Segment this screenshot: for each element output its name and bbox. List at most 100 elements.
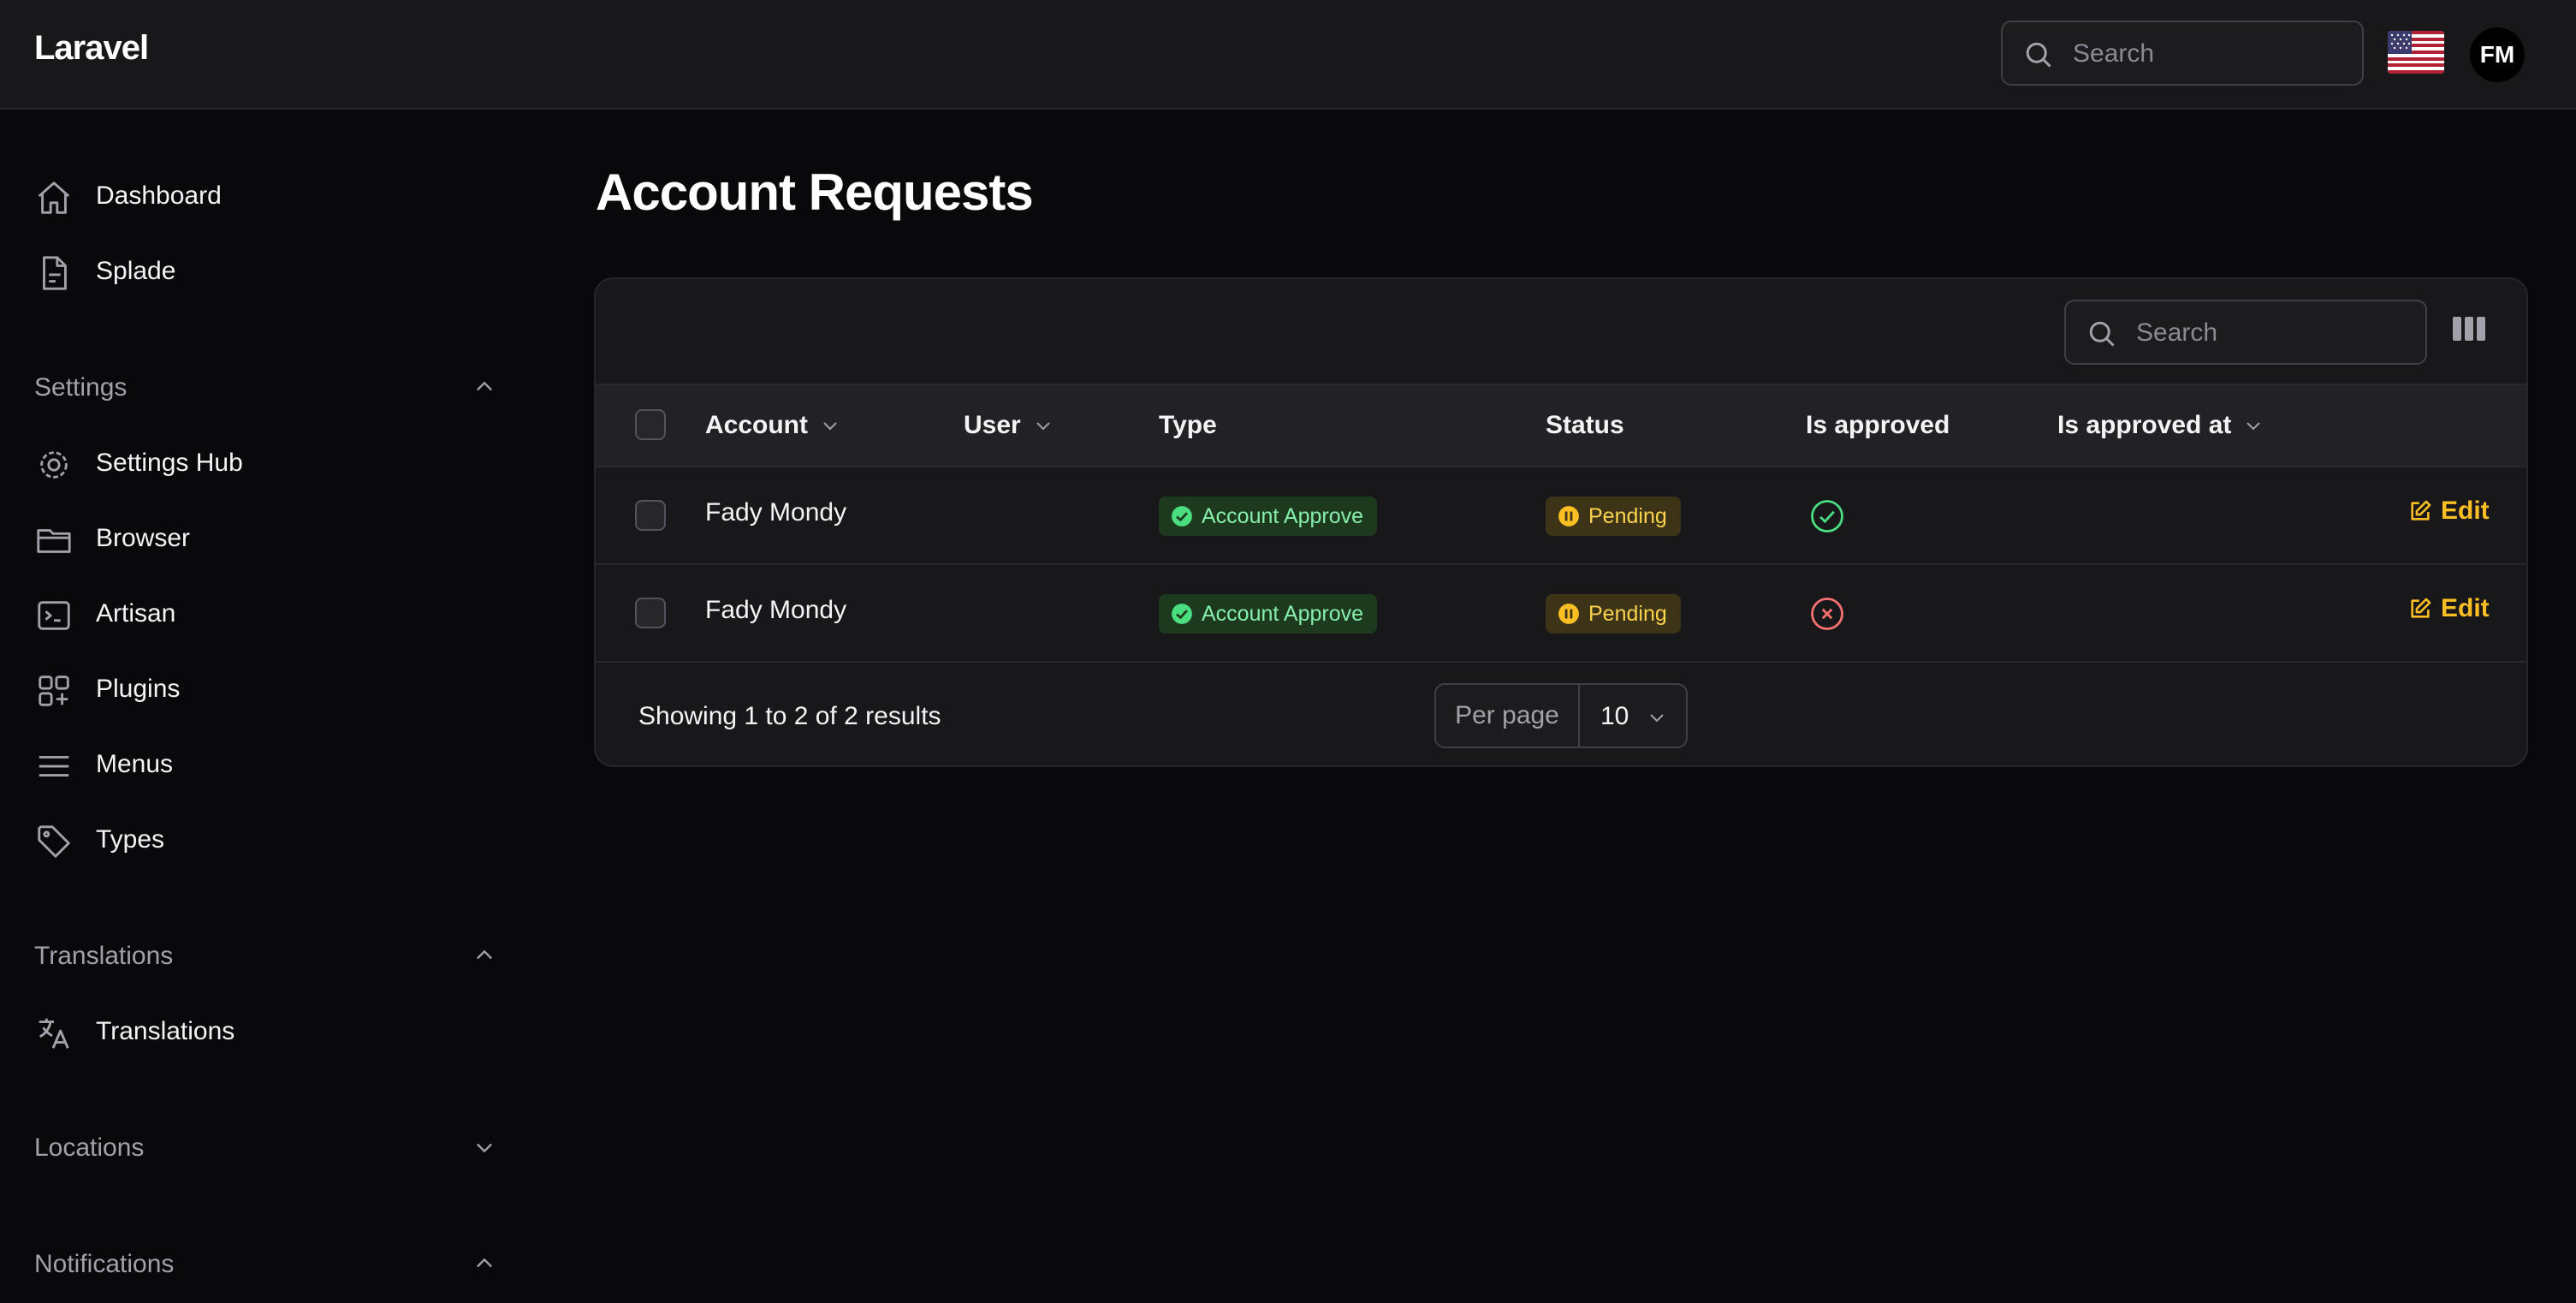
pagination-summary: Showing 1 to 2 of 2 results (638, 702, 941, 730)
section-label: Notifications (34, 1250, 175, 1278)
sidebar-item-plugins[interactable]: Plugins (34, 664, 513, 716)
not-approved-x-icon (1811, 598, 1843, 630)
status-badge: Pending (1546, 497, 1681, 536)
section-label: Locations (34, 1133, 145, 1162)
column-header-is-approved: Is approved (1806, 411, 1950, 440)
check-badge-icon (1172, 506, 1192, 527)
status-badge-label: Pending (1588, 503, 1667, 528)
brand-logo[interactable]: Laravel (34, 29, 149, 68)
table-search-placeholder: Search (2136, 318, 2218, 347)
sidebar-item-browser[interactable]: Browser (34, 514, 513, 565)
folder-icon (37, 529, 71, 553)
edit-label: Edit (2441, 594, 2490, 622)
sidebar-item-label: Browser (96, 524, 191, 552)
type-badge: Account Approve (1159, 497, 1378, 536)
approved-check-icon (1811, 500, 1843, 533)
global-search-placeholder: Search (2073, 39, 2155, 68)
row-checkbox[interactable] (635, 598, 666, 628)
tag-icon (38, 825, 70, 858)
table-row: Fady Mondy Account Approve Pending Edit (596, 467, 2526, 565)
chevron-down-icon (1650, 714, 1664, 723)
per-page-label: Per page (1436, 685, 1580, 747)
pause-icon (1558, 604, 1579, 624)
column-header-label: Is approved at (2057, 411, 2232, 439)
us-flag-icon[interactable] (2388, 31, 2444, 74)
edit-label: Edit (2441, 497, 2490, 525)
menu-icon (39, 756, 69, 776)
column-header-account[interactable]: Account (705, 411, 840, 440)
sidebar-section-settings[interactable]: Settings (34, 366, 496, 409)
home-icon (38, 181, 70, 214)
language-icon (39, 1018, 69, 1049)
sidebar-item-dashboard[interactable]: Dashboard (34, 171, 513, 223)
account-requests-table: Search Account User Type Status Is appro… (594, 277, 2528, 767)
sidebar-item-label: Menus (96, 750, 174, 778)
status-badge-label: Pending (1588, 601, 1667, 626)
sidebar-item-translations[interactable]: Translations (34, 1007, 513, 1058)
account-cell: Fady Mondy (705, 498, 847, 527)
sidebar-section-locations[interactable]: Locations (34, 1127, 496, 1169)
page-title: Account Requests (596, 164, 1034, 221)
gear-icon (40, 451, 68, 479)
select-all-checkbox[interactable] (635, 409, 666, 440)
type-badge-label: Account Approve (1202, 601, 1364, 626)
sidebar-item-label: Artisan (96, 599, 176, 628)
column-header-label: Account (705, 411, 808, 439)
user-avatar[interactable]: FM (2470, 27, 2525, 82)
sidebar-section-translations[interactable]: Translations (34, 935, 496, 978)
sidebar-item-settings-hub[interactable]: Settings Hub (34, 438, 513, 490)
sidebar-item-splade[interactable]: Splade (34, 247, 513, 298)
sidebar-item-label: Splade (96, 257, 176, 285)
sidebar-item-menus[interactable]: Menus (34, 740, 513, 791)
pause-icon (1558, 506, 1579, 527)
terminal-icon (38, 601, 70, 630)
edit-button[interactable]: Edit (2408, 497, 2490, 526)
chevron-down-icon (2247, 422, 2261, 431)
edit-button[interactable]: Edit (2408, 594, 2490, 623)
account-cell: Fady Mondy (705, 596, 847, 624)
sidebar-item-types[interactable]: Types (34, 815, 513, 866)
per-page-value: 10 (1600, 702, 1629, 730)
edit-icon (2411, 598, 2431, 618)
column-header-is-approved-at[interactable]: Is approved at (2057, 411, 2264, 440)
column-header-label: Type (1159, 411, 1217, 439)
sidebar-item-label: Translations (96, 1017, 235, 1045)
plugins-icon (39, 675, 69, 706)
search-icon (2026, 42, 2051, 68)
document-icon (43, 256, 67, 290)
sidebar-item-artisan[interactable]: Artisan (34, 589, 513, 640)
chevron-up-icon (477, 949, 492, 960)
table-header: Account User Type Status Is approved Is … (596, 384, 2526, 467)
sidebar-item-label: Types (96, 825, 165, 854)
per-page-select[interactable]: Per page 10 (1434, 683, 1688, 748)
sidebar-item-label: Settings Hub (96, 449, 243, 477)
top-bar: Laravel Search FM (0, 0, 2576, 110)
section-label: Translations (34, 942, 174, 970)
chevron-up-icon (477, 381, 492, 391)
chevron-down-icon (477, 1143, 492, 1153)
sidebar-item-label: Dashboard (96, 181, 222, 210)
check-badge-icon (1172, 604, 1192, 624)
chevron-up-icon (477, 1258, 492, 1268)
search-icon (2089, 321, 2115, 347)
edit-icon (2411, 500, 2431, 521)
chevron-down-icon (823, 422, 837, 431)
table-row: Fady Mondy Account Approve Pending Edit (596, 565, 2526, 663)
column-header-label: Status (1546, 411, 1624, 439)
global-search-input[interactable]: Search (2001, 21, 2364, 86)
sidebar-item-label: Plugins (96, 675, 181, 703)
chevron-down-icon (1036, 422, 1050, 431)
column-header-label: User (964, 411, 1021, 439)
sidebar-section-notifications[interactable]: Notifications (34, 1243, 496, 1286)
type-badge-label: Account Approve (1202, 503, 1364, 528)
columns-toggle-icon[interactable] (2453, 315, 2485, 342)
column-header-type: Type (1159, 411, 1217, 440)
column-header-label: Is approved (1806, 411, 1950, 439)
row-checkbox[interactable] (635, 500, 666, 531)
section-label: Settings (34, 373, 128, 402)
status-badge: Pending (1546, 594, 1681, 634)
type-badge: Account Approve (1159, 594, 1378, 634)
column-header-status: Status (1546, 411, 1624, 440)
column-header-user[interactable]: User (964, 411, 1054, 440)
table-search-input[interactable]: Search (2064, 300, 2427, 365)
